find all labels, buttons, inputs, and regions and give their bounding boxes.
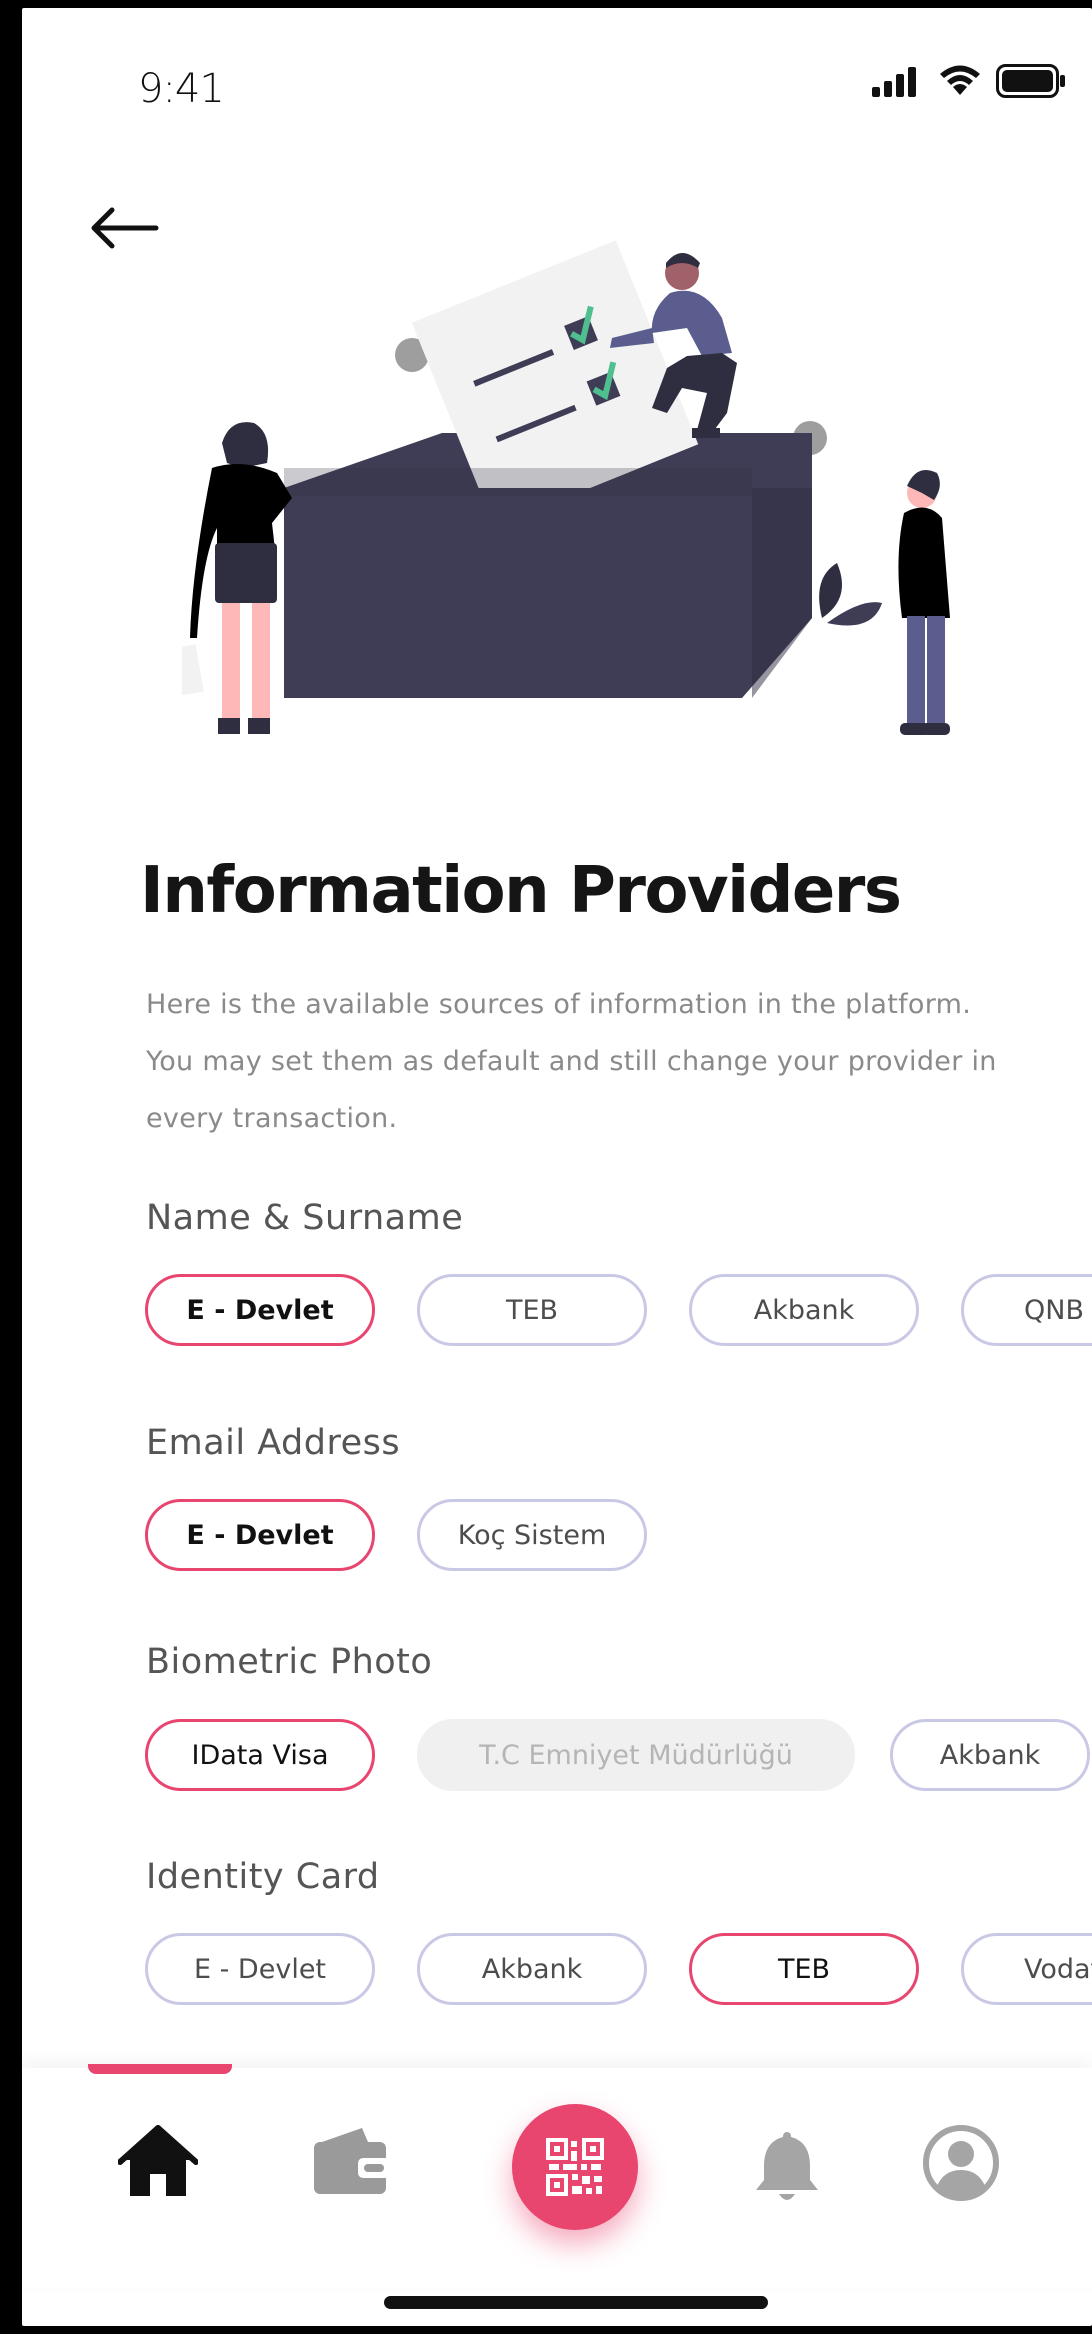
chip-email-koc-sistem[interactable]: Koç Sistem	[417, 1499, 647, 1571]
chip-email-e-devlet[interactable]: E - Devlet	[145, 1499, 375, 1571]
nav-wallet[interactable]	[312, 2126, 390, 2200]
chip-photo-akbank[interactable]: Akbank	[890, 1719, 1090, 1791]
chip-name-qnb[interactable]: QNB	[961, 1274, 1092, 1346]
chip-name-e-devlet[interactable]: E - Devlet	[145, 1274, 375, 1346]
status-icons	[872, 64, 1066, 98]
section-label-identity-card: Identity Card	[146, 1857, 380, 1897]
profile-icon	[923, 2125, 999, 2201]
chip-id-akbank[interactable]: Akbank	[417, 1933, 647, 2005]
page-title: Information Providers	[140, 854, 902, 928]
qr-scan-button[interactable]	[512, 2104, 638, 2230]
section-label-name-surname: Name & Surname	[146, 1198, 464, 1238]
status-time: 9:41	[138, 66, 225, 112]
wallet-icon	[314, 2128, 390, 2194]
chip-id-teb[interactable]: TEB	[689, 1933, 919, 2005]
back-button[interactable]	[84, 188, 164, 268]
chip-photo-idata-visa[interactable]: IData Visa	[145, 1719, 375, 1791]
phone-screen: 9:41 Information Providers Here is the a…	[22, 8, 1092, 2326]
nav-home[interactable]	[117, 2124, 199, 2202]
signal-icon	[872, 67, 916, 97]
home-icon	[117, 2125, 199, 2196]
active-tab-indicator	[88, 2064, 232, 2074]
bottom-navigation	[22, 2064, 1092, 2288]
bell-icon	[756, 2132, 818, 2200]
nav-notifications[interactable]	[754, 2130, 820, 2208]
wifi-icon	[940, 65, 980, 95]
home-indicator	[384, 2296, 768, 2309]
battery-icon	[996, 64, 1065, 98]
nav-profile[interactable]	[922, 2124, 1000, 2206]
chip-name-teb[interactable]: TEB	[417, 1274, 647, 1346]
arrow-left-icon	[91, 207, 159, 249]
page-description: Here is the available sources of informa…	[146, 989, 997, 1134]
status-bar: 9:41	[22, 8, 1092, 158]
section-label-email: Email Address	[146, 1423, 401, 1463]
chip-name-akbank[interactable]: Akbank	[689, 1274, 919, 1346]
qr-code-icon	[546, 2138, 604, 2196]
section-label-biometric-photo: Biometric Photo	[146, 1642, 433, 1682]
chip-id-vodaf[interactable]: Vodaf	[961, 1933, 1092, 2005]
voting-illustration	[182, 240, 950, 735]
chip-id-e-devlet[interactable]: E - Devlet	[145, 1933, 375, 2005]
chip-photo-tc-emniyet: T.C Emniyet Müdürlüğü	[417, 1719, 855, 1791]
